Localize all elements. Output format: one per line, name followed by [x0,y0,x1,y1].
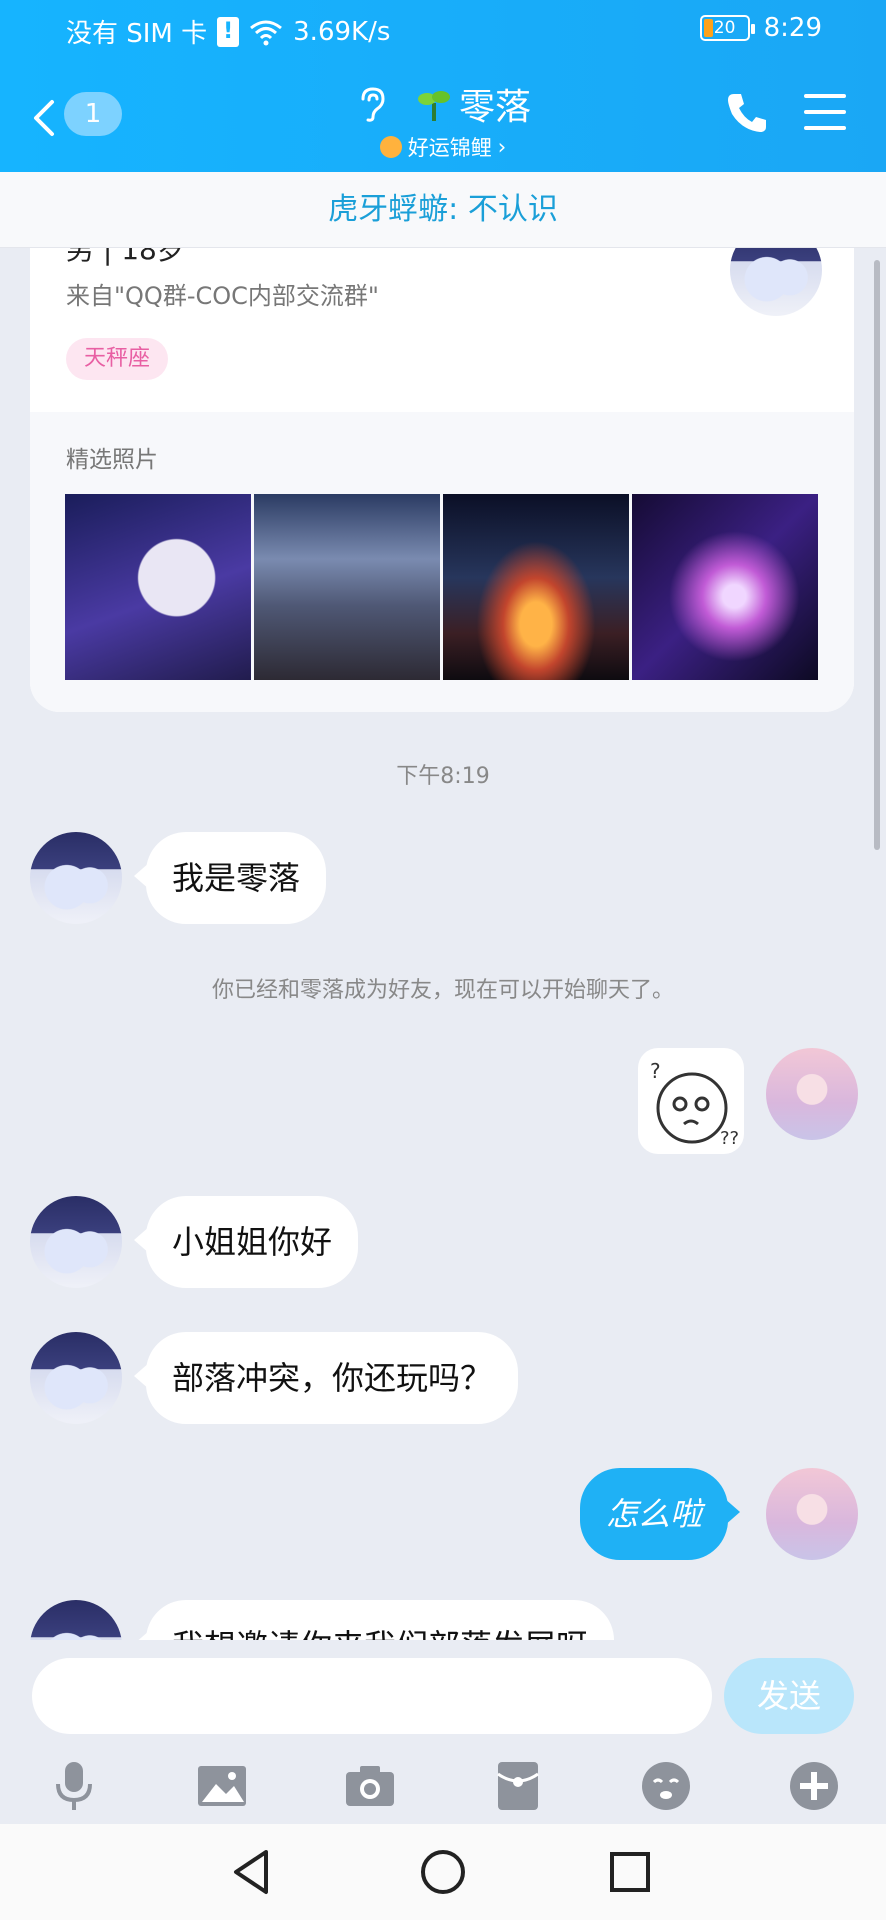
relationship-text: 虎牙蜉蝣: 不认识 [328,192,558,227]
photo-anime-portrait[interactable] [65,494,251,680]
contact-avatar[interactable] [30,832,122,924]
relationship-banner[interactable]: 虎牙蜉蝣: 不认识 [0,172,886,248]
system-nav-bar [0,1824,886,1920]
contact-avatar[interactable] [30,1196,122,1288]
scrollbar[interactable] [874,260,880,850]
photo-tree-sunset[interactable] [443,494,629,680]
message-bubble[interactable]: 我是零落 [133,832,327,924]
message-timestamp: 下午8:19 [396,764,490,789]
input-area: 发送 [0,1640,886,1824]
profile-card[interactable]: 男 | 18岁 来自"QQ群-COC内部交流群" 天秤座 精选照片 [30,200,854,712]
plus-icon[interactable] [786,1758,842,1814]
my-message-bubble[interactable]: 怎么啦 [580,1468,741,1560]
message-bubble[interactable]: 小姐姐你好 [133,1196,359,1288]
sim-alert-icon: ! [217,16,240,47]
ear-icon [361,87,385,122]
menu-button[interactable] [804,94,846,130]
contact-avatar[interactable] [30,1332,122,1424]
back-triangle-icon[interactable] [226,1846,278,1898]
home-circle-icon[interactable] [417,1846,469,1898]
network-speed: 3.69K/s [293,16,391,47]
phone-call-button[interactable] [724,90,770,136]
photos-label: 精选照片 [66,447,158,473]
svg-text:?: ? [650,1059,661,1083]
system-message: 你已经和零落成为好友，现在可以开始聊天了。 [211,978,674,1003]
photo-night-scene[interactable] [254,494,440,680]
red-packet-icon[interactable] [490,1758,546,1814]
svg-text:??: ?? [720,1128,739,1149]
wifi-icon [250,20,283,45]
contact-name: 零落 [458,87,531,128]
input-toolbar [0,1750,886,1820]
message-input[interactable] [32,1658,712,1734]
contact-avatar[interactable] [30,1600,122,1640]
partial-message-row: 我想邀请你来我们部落发展呀 [0,1600,886,1640]
confused-face-icon: ? ?? [650,1059,739,1149]
chevron-right-icon: › [497,135,507,159]
my-avatar[interactable] [766,1048,858,1140]
clock: 8:29 [763,13,822,43]
image-icon[interactable] [194,1758,250,1814]
status-bar: 没有 SIM 卡 ! 3.69K/s 20 8:29 [0,0,886,60]
carrier-text: 没有 SIM 卡 [66,19,208,49]
emoji-icon[interactable] [638,1758,694,1814]
mic-icon[interactable] [46,1758,102,1814]
sticker-message[interactable]: ? ?? [638,1048,744,1154]
message-bubble[interactable]: 部落冲突，你还玩吗？ [133,1332,519,1424]
my-avatar[interactable] [766,1468,858,1560]
zodiac-tag: 天秤座 [66,338,169,380]
chat-header: 没有 SIM 卡 ! 3.69K/s 20 8:29 1 零落 好运锦鲤 › [0,0,886,172]
message-bubble[interactable]: 我想邀请你来我们部落发展呀 [133,1600,615,1640]
featured-photos: 精选照片 [30,412,854,712]
recents-square-icon[interactable] [604,1846,656,1898]
send-button[interactable]: 发送 [724,1658,854,1734]
camera-icon[interactable] [342,1758,398,1814]
contact-status: 好运锦鲤 [407,136,492,160]
friend-source: 来自"QQ群-COC内部交流群" [66,282,379,310]
nav-bar: 1 零落 好运锦鲤 › [0,60,886,172]
photo-galaxy[interactable] [632,494,818,680]
koi-icon [379,136,402,158]
sprout-icon [417,91,450,121]
battery-icon: 20 [699,15,755,41]
